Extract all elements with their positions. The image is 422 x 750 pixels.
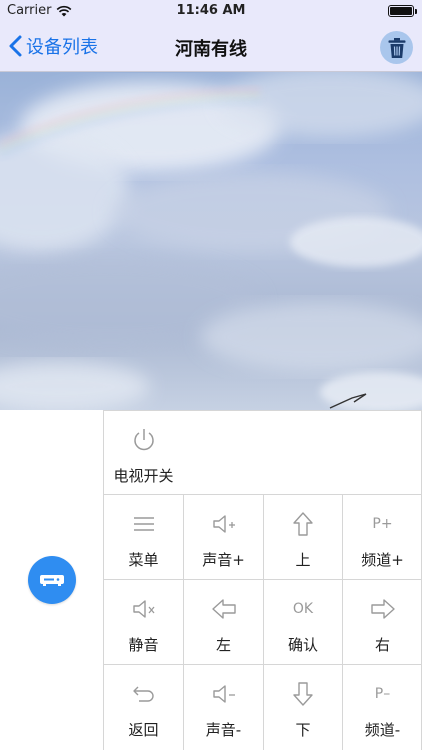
power-icon	[133, 429, 154, 451]
ok-label: 确认	[287, 636, 318, 654]
return-label: 返回	[128, 721, 159, 739]
status-time: 11:46 AM	[176, 3, 246, 18]
channel-up-label: 频道+	[361, 551, 404, 569]
channel-up-icon: P+	[372, 516, 393, 532]
volume-up-icon	[212, 515, 235, 533]
arrow-down-icon	[293, 682, 313, 706]
arrow-up-icon	[293, 512, 313, 536]
grid-divider	[183, 410, 422, 411]
return-button[interactable]: 返回	[103, 664, 183, 750]
return-icon	[132, 686, 154, 702]
up-button[interactable]: 上	[263, 494, 342, 579]
set-top-box-icon	[40, 575, 64, 586]
background-photo	[0, 72, 422, 410]
menu-icon	[133, 517, 154, 531]
right-label: 右	[374, 636, 390, 654]
right-button[interactable]: 右	[342, 579, 422, 664]
power-button[interactable]: 电视开关	[103, 410, 183, 494]
menu-button[interactable]: 菜单	[103, 494, 183, 579]
ok-button[interactable]: OK 确认	[263, 579, 342, 664]
channel-down-icon: P–	[374, 686, 391, 702]
left-label: 左	[215, 636, 231, 654]
volume-up-button[interactable]: 声音+	[183, 494, 263, 579]
channel-down-button[interactable]: P– 频道-	[342, 664, 422, 750]
volume-down-button[interactable]: 声音-	[183, 664, 263, 750]
battery-icon	[388, 5, 417, 17]
status-bar: Carrier 11:46 AM	[0, 0, 422, 22]
trash-icon	[388, 37, 405, 58]
ok-icon: OK	[292, 601, 314, 617]
power-label: 电视开关	[113, 467, 174, 485]
channel-up-button[interactable]: P+ 频道+	[342, 494, 422, 579]
arrow-left-icon	[211, 599, 236, 619]
device-select-button[interactable]	[28, 556, 76, 604]
volume-down-icon	[212, 685, 235, 703]
down-button[interactable]: 下	[263, 664, 342, 750]
channel-down-label: 频道-	[364, 721, 401, 739]
mute-button[interactable]: 静音	[103, 579, 183, 664]
page-title: 河南有线	[175, 39, 247, 60]
delete-button[interactable]	[380, 31, 413, 64]
down-label: 下	[295, 721, 311, 739]
volume-down-label: 声音-	[205, 721, 242, 739]
volume-up-label: 声音+	[202, 551, 245, 569]
left-button[interactable]: 左	[183, 579, 263, 664]
arrow-right-icon	[370, 599, 395, 619]
mute-label: 静音	[128, 636, 159, 654]
navigation-bar: 设备列表 河南有线	[0, 22, 422, 72]
menu-label: 菜单	[128, 551, 159, 569]
mute-icon	[132, 600, 154, 618]
up-label: 上	[295, 551, 311, 569]
